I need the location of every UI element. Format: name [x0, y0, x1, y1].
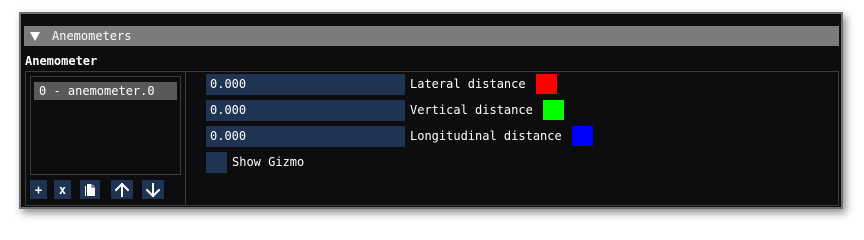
collapse-triangle-icon[interactable] [30, 31, 40, 41]
remove-button[interactable]: x [54, 180, 71, 199]
add-button[interactable]: + [30, 180, 47, 199]
show-gizmo-label: Show Gizmo [232, 155, 305, 169]
vertical-color-swatch[interactable] [543, 100, 564, 120]
arrow-up-icon [115, 182, 129, 197]
lateral-distance-input[interactable]: 0.000 [206, 74, 405, 95]
copy-icon [84, 183, 96, 197]
vertical-distance-input[interactable]: 0.000 [206, 100, 405, 121]
duplicate-button[interactable] [80, 180, 100, 199]
arrow-down-icon [146, 182, 160, 197]
move-down-button[interactable] [142, 180, 164, 199]
anemometer-panel: 0 - anemometer.0 + x 0.000 Lateral dista… [25, 71, 839, 206]
anemometers-window: Anemometers Anemometer 0 - anemometer.0 … [19, 12, 843, 209]
longitudinal-color-swatch[interactable] [572, 126, 593, 146]
show-gizmo-checkbox[interactable] [206, 152, 227, 173]
list-item[interactable]: 0 - anemometer.0 [34, 82, 177, 100]
anemometers-header[interactable]: Anemometers [24, 26, 839, 46]
longitudinal-distance-label: Longitudinal distance [410, 129, 562, 143]
move-up-button[interactable] [111, 180, 133, 199]
header-title: Anemometers [52, 29, 132, 43]
anemometer-list[interactable]: 0 - anemometer.0 [30, 76, 181, 175]
vertical-distance-label: Vertical distance [410, 103, 533, 117]
lateral-color-swatch[interactable] [536, 74, 557, 94]
lateral-distance-label: Lateral distance [410, 77, 526, 91]
section-label: Anemometer [25, 54, 98, 68]
longitudinal-distance-input[interactable]: 0.000 [206, 126, 405, 147]
panel-divider [185, 72, 186, 205]
